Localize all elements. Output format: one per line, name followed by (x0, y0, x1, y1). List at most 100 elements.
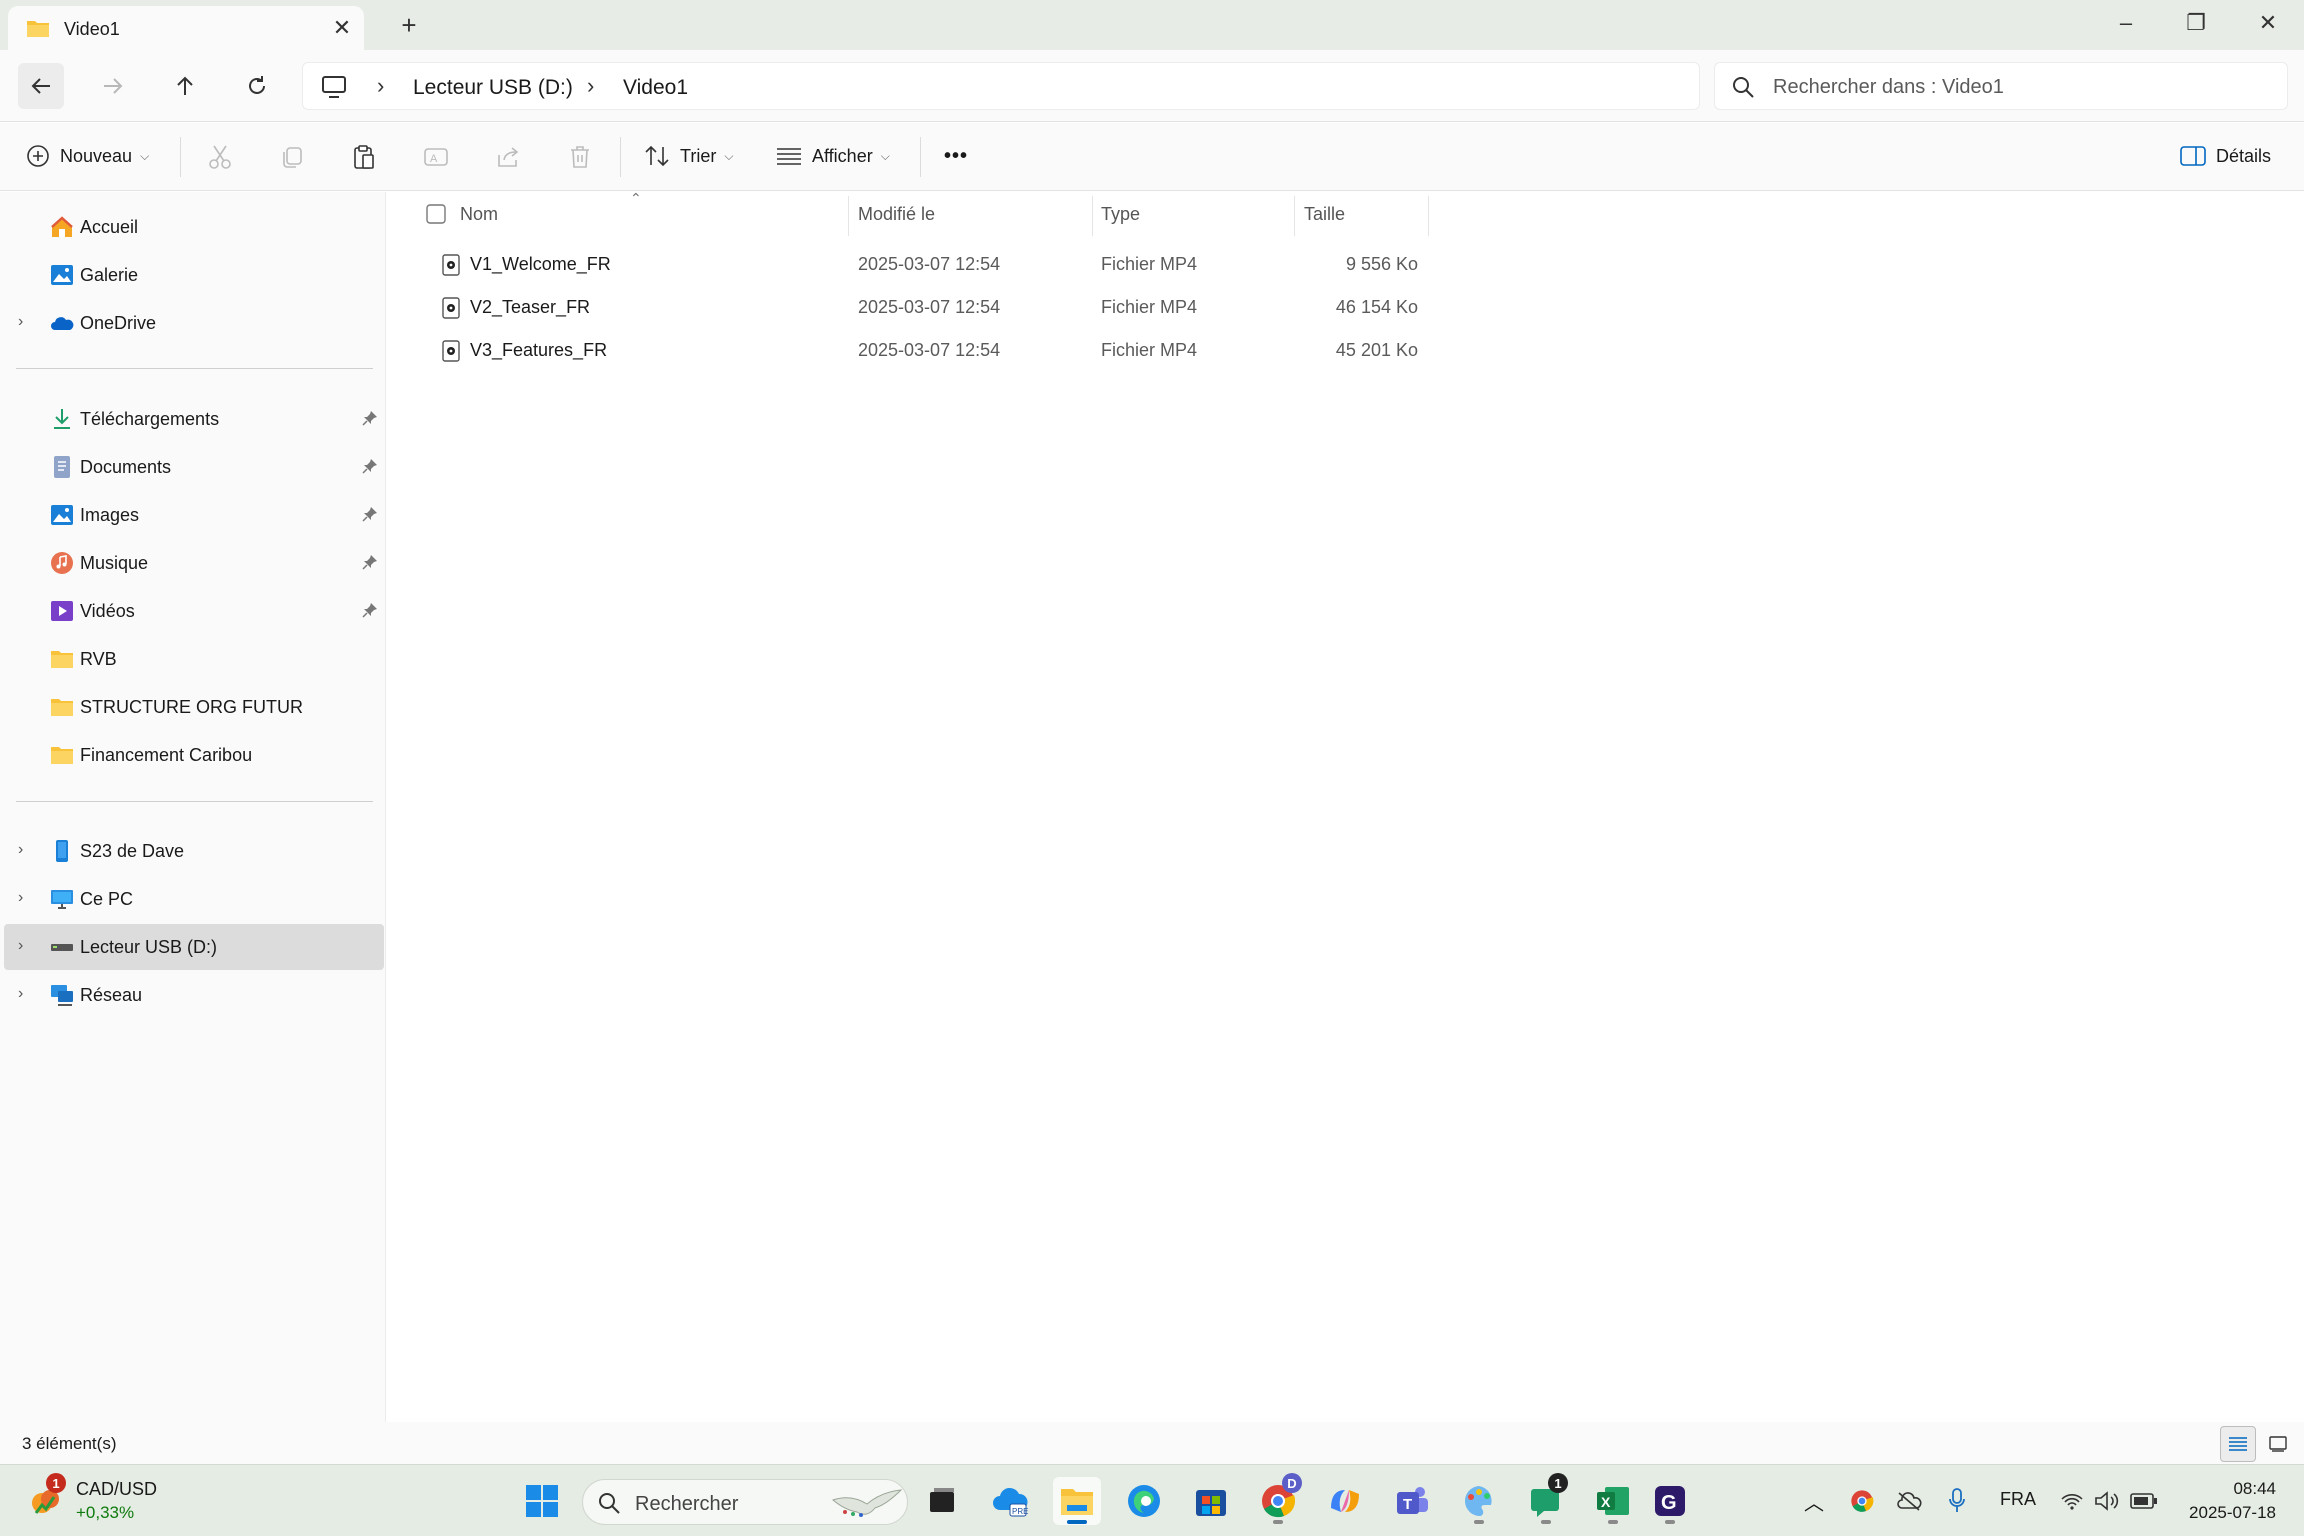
search-box[interactable] (1714, 62, 2288, 110)
address-bar[interactable]: › Lecteur USB (D:) › Video1 (302, 62, 1700, 110)
pin-icon[interactable] (362, 602, 378, 618)
column-divider[interactable] (1428, 196, 1429, 236)
clock[interactable]: 08:44 2025-07-18 (2176, 1477, 2276, 1525)
forward-button[interactable] (90, 63, 136, 109)
up-button[interactable] (162, 63, 208, 109)
sidebar-item-ce-pc[interactable]: › Ce PC (4, 876, 384, 922)
maximize-button[interactable]: ❐ (2160, 0, 2232, 46)
select-all-checkbox[interactable] (426, 192, 446, 236)
chevron-up-icon[interactable]: ︿ (1804, 1487, 1824, 1516)
breadcrumb-video1[interactable]: Video1 (623, 76, 688, 100)
sort-button[interactable]: Trier ⌵ (644, 133, 733, 179)
language-indicator[interactable]: FRA (2000, 1489, 2036, 1510)
sidebar-item-onedrive[interactable]: › OneDrive (4, 300, 384, 346)
minimize-button[interactable]: – (2090, 0, 2162, 46)
volume-icon[interactable] (2094, 1490, 2120, 1512)
table-row[interactable]: V3_Features_FR 2025-03-07 12:54 Fichier … (388, 330, 1428, 372)
taskbar-paint[interactable] (1455, 1477, 1503, 1525)
sidebar-item-documents[interactable]: Documents (4, 444, 384, 490)
taskbar-microsoft-store[interactable] (1187, 1477, 1235, 1525)
sidebar-item-musique[interactable]: Musique (4, 540, 384, 586)
share-button[interactable] (493, 142, 523, 172)
taskbar-file-explorer[interactable] (1053, 1477, 1101, 1525)
sidebar-item-accueil[interactable]: Accueil (4, 204, 384, 250)
cut-button[interactable] (205, 142, 235, 172)
item-count: 3 élément(s) (22, 1434, 117, 1453)
search-input[interactable] (1773, 71, 2273, 103)
copy-button[interactable] (277, 142, 307, 172)
taskbar-chrome[interactable]: D (1254, 1473, 1302, 1525)
wifi-icon[interactable] (2060, 1491, 2084, 1511)
new-tab-button[interactable]: + (392, 8, 426, 42)
sidebar-item-structure-org-futur[interactable]: STRUCTURE ORG FUTUR (4, 684, 384, 730)
table-row[interactable]: V2_Teaser_FR 2025-03-07 12:54 Fichier MP… (388, 287, 1428, 329)
pin-icon[interactable] (362, 554, 378, 570)
chevron-right-icon[interactable]: › (18, 937, 23, 955)
close-window-button[interactable]: ✕ (2232, 0, 2304, 46)
new-button[interactable]: Nouveau ⌵ (26, 133, 149, 179)
refresh-button[interactable] (234, 63, 280, 109)
table-row[interactable]: V1_Welcome_FR 2025-03-07 12:54 Fichier M… (388, 244, 1428, 286)
widget-title: CAD/USD (76, 1479, 158, 1499)
sidebar-item-lecteur-usb[interactable]: › Lecteur USB (D:) (4, 924, 384, 970)
sidebar-item-galerie[interactable]: Galerie (4, 252, 384, 298)
currency-widget[interactable]: 1 CAD/USD +0,33% (24, 1473, 224, 1527)
thumbnail-view-button[interactable] (2260, 1426, 2296, 1462)
taskbar-chat[interactable]: 1 (1522, 1473, 1570, 1525)
onedrive-offline-icon[interactable] (1896, 1491, 1922, 1511)
rename-button[interactable]: A (421, 142, 451, 172)
chevron-right-icon[interactable]: › (18, 841, 23, 859)
file-size: 46 154 Ko (1335, 297, 1418, 317)
chevron-right-icon: › (587, 73, 595, 98)
column-divider[interactable] (1294, 196, 1295, 236)
view-button[interactable]: Afficher ⌵ (776, 133, 890, 179)
details-pane-button[interactable]: Détails (2180, 133, 2271, 179)
list-view-icon (2229, 1437, 2247, 1451)
pin-icon[interactable] (362, 410, 378, 426)
column-header-size[interactable]: Taille (1304, 192, 1424, 236)
taskbar-edge[interactable] (1120, 1477, 1168, 1525)
g-app-icon: G (1655, 1486, 1685, 1516)
sidebar-item-reseau[interactable]: › Réseau (4, 972, 384, 1018)
windows-logo-icon (526, 1485, 558, 1517)
taskbar-teams[interactable]: T (1388, 1477, 1436, 1525)
tab-video1[interactable]: Video1 ✕ (8, 6, 364, 50)
column-header-modified[interactable]: Modifié le (858, 192, 1098, 236)
column-header-type[interactable]: Type (1101, 192, 1301, 236)
folder-icon (51, 699, 73, 716)
paste-button[interactable] (349, 142, 379, 172)
teams-icon: T (1397, 1487, 1428, 1514)
details-view-button[interactable] (2220, 1426, 2256, 1462)
sidebar-item-s23-de-dave[interactable]: › S23 de Dave (4, 828, 384, 874)
breadcrumb-usb-drive[interactable]: Lecteur USB (D:) (413, 76, 573, 100)
more-options-button[interactable]: ••• (944, 133, 968, 179)
sidebar-item-rvb[interactable]: RVB (4, 636, 384, 682)
sidebar-item-telechargements[interactable]: Téléchargements (4, 396, 384, 442)
sidebar-item-images[interactable]: Images (4, 492, 384, 538)
taskbar-search[interactable]: Rechercher (582, 1479, 908, 1525)
sidebar-item-financement-caribou[interactable]: Financement Caribou (4, 732, 384, 778)
task-view-button[interactable] (918, 1477, 966, 1525)
pin-icon[interactable] (362, 458, 378, 474)
battery-icon[interactable] (2130, 1492, 2158, 1510)
back-button[interactable] (18, 63, 64, 109)
microphone-icon[interactable] (1948, 1487, 1966, 1515)
column-divider[interactable] (848, 196, 849, 236)
start-button[interactable] (518, 1477, 566, 1525)
chrome-tray-icon[interactable] (1850, 1489, 1874, 1513)
notification-badge: 1 (46, 1473, 66, 1493)
taskbar-app-store-preview[interactable]: PRE (986, 1477, 1034, 1525)
taskbar-excel[interactable]: X (1589, 1477, 1637, 1525)
taskbar-g-app[interactable]: G (1646, 1477, 1694, 1525)
column-header-name[interactable]: Nom (460, 192, 860, 236)
chevron-right-icon[interactable]: › (18, 985, 23, 1003)
column-divider[interactable] (1092, 196, 1093, 236)
paint-icon (1464, 1486, 1492, 1517)
pin-icon[interactable] (362, 506, 378, 522)
chevron-right-icon[interactable]: › (18, 889, 23, 907)
taskbar-copilot[interactable] (1321, 1477, 1369, 1525)
chevron-right-icon[interactable]: › (18, 313, 23, 331)
delete-button[interactable] (565, 142, 595, 172)
close-tab-icon[interactable]: ✕ (328, 14, 356, 42)
sidebar-item-videos[interactable]: Vidéos (4, 588, 384, 634)
